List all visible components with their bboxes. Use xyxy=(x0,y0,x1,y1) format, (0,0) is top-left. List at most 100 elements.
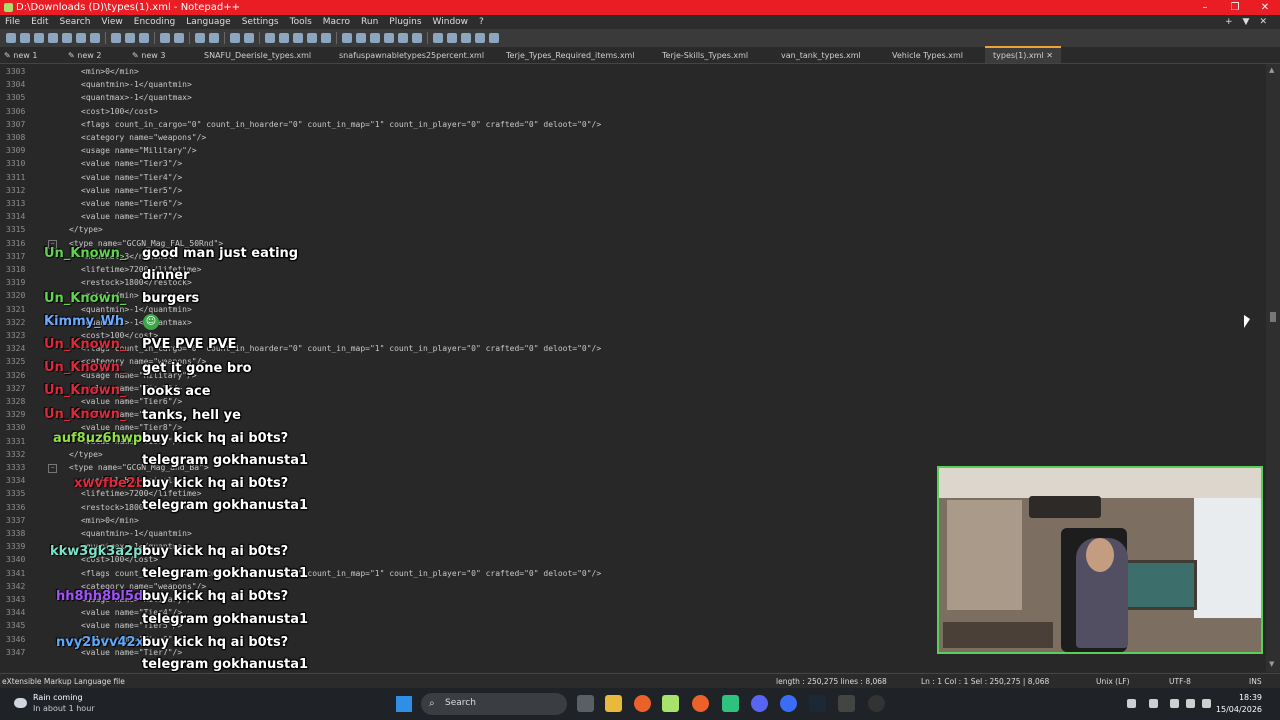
run-macro-multiple-icon[interactable] xyxy=(475,33,485,43)
windows-start-icon[interactable] xyxy=(396,696,412,712)
menu-settings[interactable]: Settings xyxy=(237,15,285,29)
code-line[interactable]: 3318 <lifetime>7200</lifetime> xyxy=(0,263,1266,276)
code-line[interactable]: 3324 <flags count_in_cargo="0" count_in_h… xyxy=(0,342,1266,355)
tab-list-button[interactable]: ▼ xyxy=(1238,15,1255,29)
open-file-icon[interactable] xyxy=(20,33,30,43)
record-macro-icon[interactable] xyxy=(433,33,443,43)
code-line[interactable]: 3312 <value name="Tier5"/> xyxy=(0,184,1266,197)
function-list-icon[interactable] xyxy=(384,33,394,43)
code-line[interactable]: 3325 <category name="weapons"/> xyxy=(0,355,1266,368)
code-line[interactable]: 3305 <quantmax>-1</quantmax> xyxy=(0,91,1266,104)
weather-cloud-icon[interactable] xyxy=(14,698,27,708)
fold-toggle-icon[interactable]: − xyxy=(48,464,57,473)
doc-list-icon[interactable] xyxy=(370,33,380,43)
tab-new-1[interactable]: ✎ new 1 xyxy=(4,48,37,63)
maximize-button[interactable]: ❐ xyxy=(1220,0,1250,15)
paste-icon[interactable] xyxy=(139,33,149,43)
menu-file[interactable]: File xyxy=(0,15,26,29)
code-line[interactable]: 3319 <restock>1800</restock> xyxy=(0,276,1266,289)
task-view-icon[interactable] xyxy=(577,695,594,712)
code-line[interactable]: 3309 <usage name="Military"/> xyxy=(0,144,1266,157)
menu-edit[interactable]: Edit xyxy=(26,15,54,29)
play-macro-icon[interactable] xyxy=(461,33,471,43)
scroll-down-icon[interactable]: ▼ xyxy=(1269,660,1274,668)
print-icon[interactable] xyxy=(90,33,100,43)
fold-toggle-icon[interactable]: − xyxy=(48,239,57,249)
menu-view[interactable]: View xyxy=(96,15,128,29)
monitoring-icon[interactable] xyxy=(412,33,422,43)
wifi-icon[interactable] xyxy=(1170,699,1179,708)
copy-icon[interactable] xyxy=(125,33,135,43)
code-line[interactable]: 3327 <value name="Tier5"/> xyxy=(0,382,1266,395)
tab-new-2[interactable]: ✎ new 2 xyxy=(68,48,101,63)
code-line[interactable]: 3306 <cost>100</cost> xyxy=(0,105,1266,118)
code-line[interactable]: 3308 <category name="weapons"/> xyxy=(0,131,1266,144)
udl-icon[interactable] xyxy=(342,33,352,43)
tray-overflow-icon[interactable] xyxy=(1127,699,1136,708)
sync-horizontal-icon[interactable] xyxy=(279,33,289,43)
tab-van-tank[interactable]: van_tank_types.xml xyxy=(781,48,861,63)
status-eol[interactable]: Unix (LF) xyxy=(1096,674,1130,689)
tab-snafu-deerisle[interactable]: SNAFU_Deerisle_types.xml xyxy=(204,48,311,63)
microphone-icon[interactable] xyxy=(1149,699,1158,708)
code-line[interactable]: 3303 <min>0</min> xyxy=(0,65,1266,78)
close-button[interactable]: ✕ xyxy=(1250,0,1280,15)
code-line[interactable]: 3323 <cost>100</cost> xyxy=(0,329,1266,342)
close-file-icon[interactable] xyxy=(62,33,72,43)
code-line[interactable]: 3316 <type name="GCGN_Mag_FAL_50Rnd"> − xyxy=(0,237,1266,250)
zoom-in-icon[interactable] xyxy=(230,33,240,43)
obs-like-icon[interactable] xyxy=(780,695,797,712)
show-all-chars-icon[interactable] xyxy=(307,33,317,43)
volume-icon[interactable] xyxy=(1186,699,1195,708)
find-icon[interactable] xyxy=(195,33,205,43)
save-all-icon[interactable] xyxy=(48,33,58,43)
tab-new-3[interactable]: ✎ new 3 xyxy=(132,48,165,63)
clock-date[interactable]: 15/04/2026 xyxy=(1202,705,1262,714)
close-tab-icon[interactable]: ✕ xyxy=(1046,51,1053,60)
firefox-alt-icon[interactable] xyxy=(692,695,709,712)
code-line[interactable]: 3307 <flags count_in_cargo="0" count_in_h… xyxy=(0,118,1266,131)
code-line[interactable]: 3326 <usage name="Military"/> xyxy=(0,369,1266,382)
scroll-up-icon[interactable]: ▲ xyxy=(1269,66,1274,74)
code-line[interactable]: 3317 <nominal>3</nominal> xyxy=(0,250,1266,263)
dayz-icon[interactable] xyxy=(838,695,855,712)
vertical-scrollbar[interactable]: ▲ ▼ xyxy=(1266,64,1280,672)
scrollbar-thumb[interactable] xyxy=(1270,312,1276,322)
code-line[interactable]: 3313 <value name="Tier6"/> xyxy=(0,197,1266,210)
menu-run[interactable]: Run xyxy=(356,15,384,29)
close-all-icon[interactable] xyxy=(76,33,86,43)
minimize-button[interactable]: – xyxy=(1190,0,1220,15)
tab-terje-types[interactable]: Terje_Types_Required_items.xml xyxy=(506,48,635,63)
code-line[interactable]: 3315 </type> xyxy=(0,223,1266,236)
firefox-icon[interactable] xyxy=(634,695,651,712)
redo-icon[interactable] xyxy=(174,33,184,43)
file-explorer-icon[interactable] xyxy=(605,695,622,712)
tab-types-active[interactable]: types(1).xml ✕ xyxy=(985,46,1061,63)
taskbar-search[interactable]: ⌕ Search xyxy=(421,693,567,715)
code-line[interactable]: 3329 <value name="Tier7"/> xyxy=(0,408,1266,421)
menu-tools[interactable]: Tools xyxy=(285,15,318,29)
save-icon[interactable] xyxy=(34,33,44,43)
steam-icon[interactable] xyxy=(809,695,826,712)
tab-terje-skills[interactable]: Terje-Skills_Types.xml xyxy=(662,48,748,63)
weather-subtitle[interactable]: In about 1 hour xyxy=(33,704,95,713)
code-line[interactable]: 3332 </type> xyxy=(0,448,1266,461)
code-line[interactable]: 3330 <value name="Tier8"/> xyxy=(0,421,1266,434)
clock-time[interactable]: 18:39 xyxy=(1218,693,1262,702)
code-line[interactable]: 3322 <quantmax>-1</quantmax> xyxy=(0,316,1266,329)
tab-snafu-spawnable[interactable]: snafuspawnabletypes25percent.xml xyxy=(339,48,484,63)
status-encoding[interactable]: UTF-8 xyxy=(1169,674,1191,689)
stop-macro-icon[interactable] xyxy=(447,33,457,43)
menu-plugins[interactable]: Plugins xyxy=(384,15,427,29)
menu-window[interactable]: Window xyxy=(428,15,475,29)
word-wrap-icon[interactable] xyxy=(293,33,303,43)
menu-language[interactable]: Language xyxy=(181,15,236,29)
code-line[interactable]: 3304 <quantmin>-1</quantmin> xyxy=(0,78,1266,91)
code-line[interactable]: 3321 <quantmin>-1</quantmin> xyxy=(0,303,1266,316)
sync-vertical-icon[interactable] xyxy=(265,33,275,43)
code-line[interactable]: 3331 <value name="Tier9"/> xyxy=(0,435,1266,448)
menu-search[interactable]: Search xyxy=(55,15,97,29)
zoom-out-icon[interactable] xyxy=(244,33,254,43)
tab-vehicle-types[interactable]: Vehicle Types.xml xyxy=(892,48,963,63)
cut-icon[interactable] xyxy=(111,33,121,43)
